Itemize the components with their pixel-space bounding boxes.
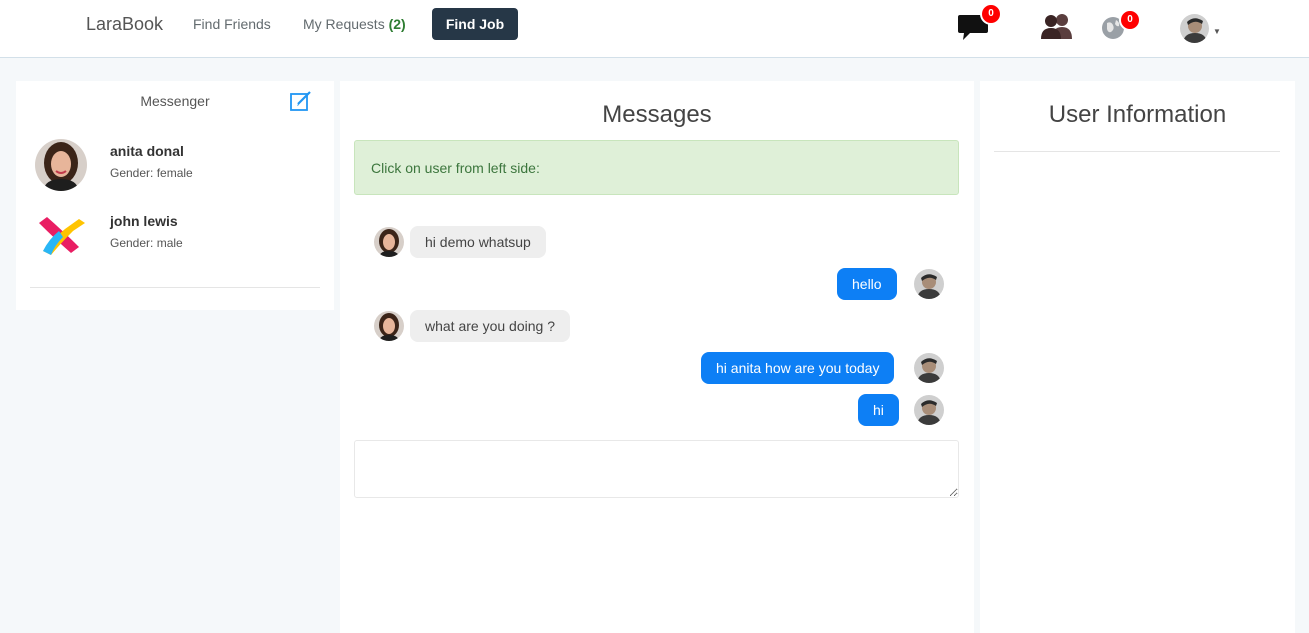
notifications-badge: 0 <box>1119 9 1141 31</box>
message-bubble: hi demo whatsup <box>410 226 546 258</box>
user-avatar[interactable] <box>1180 14 1209 43</box>
contact-item-john[interactable]: john lewis Gender: male <box>35 209 325 265</box>
find-job-button[interactable]: Find Job <box>432 8 518 40</box>
brand-logo[interactable]: LaraBook <box>86 14 163 35</box>
message-item: hi demo whatsup <box>374 226 574 258</box>
avatar <box>914 395 944 425</box>
messenger-panel: Messenger anita donal Gender: female joh… <box>16 81 334 310</box>
my-requests-link[interactable]: My Requests (2) <box>303 16 406 32</box>
messages-panel: Messages Click on user from left side: h… <box>340 81 974 633</box>
message-bubble: what are you doing ? <box>410 310 570 342</box>
avatar <box>374 227 404 257</box>
messages-title: Messages <box>602 101 712 128</box>
user-information-panel: User Information <box>980 81 1295 633</box>
avatar <box>914 353 944 383</box>
top-navbar: LaraBook Find Friends My Requests (2) Fi… <box>0 0 1309 58</box>
message-input[interactable] <box>354 440 959 498</box>
avatar <box>914 269 944 299</box>
messenger-title: Messenger <box>140 93 210 109</box>
avatar <box>35 139 87 191</box>
avatar <box>374 311 404 341</box>
caret-down-icon[interactable]: ▼ <box>1213 27 1221 36</box>
contact-item-anita[interactable]: anita donal Gender: female <box>35 139 325 195</box>
contact-name: john lewis <box>110 213 178 229</box>
message-item: hello <box>837 268 947 300</box>
message-item: hi <box>858 394 948 426</box>
message-item: hi anita how are you today <box>701 352 951 384</box>
message-bubble: hello <box>837 268 897 300</box>
message-item: what are you doing ? <box>374 310 594 342</box>
my-requests-label: My Requests <box>303 16 385 32</box>
message-bubble: hi <box>858 394 899 426</box>
find-friends-link[interactable]: Find Friends <box>193 16 271 32</box>
requests-count: (2) <box>388 16 406 32</box>
edit-icon[interactable] <box>289 89 313 113</box>
users-icon[interactable] <box>1040 13 1074 39</box>
contact-name: anita donal <box>110 143 184 159</box>
contact-gender: Gender: male <box>110 236 183 250</box>
messages-badge: 0 <box>980 3 1002 25</box>
avatar <box>35 209 87 261</box>
contact-gender: Gender: female <box>110 166 193 180</box>
divider <box>30 287 320 288</box>
info-alert: Click on user from left side: <box>354 140 959 195</box>
message-bubble: hi anita how are you today <box>701 352 895 384</box>
user-information-title: User Information <box>1048 101 1227 128</box>
divider <box>994 151 1280 152</box>
